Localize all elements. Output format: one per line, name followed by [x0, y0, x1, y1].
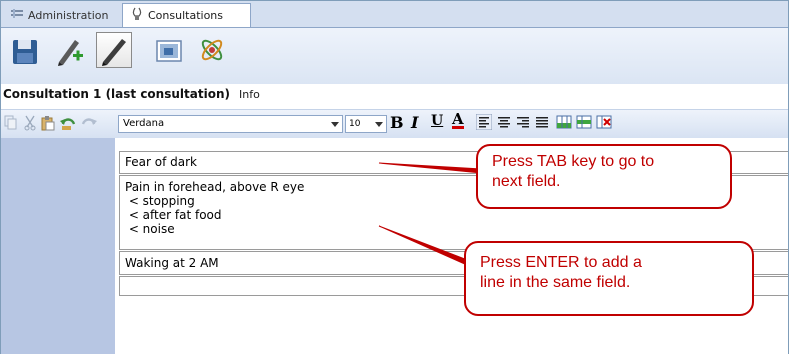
tab-callout-line1: Press TAB key to go to [492, 153, 655, 170]
tab-callout: Press TAB key to go to next field. [476, 144, 732, 209]
enter-callout-line2: line in the same field. [480, 274, 631, 291]
tab-callout-line2: next field. [492, 173, 561, 190]
enter-callout-pointer [378, 225, 471, 266]
tab-callout-pointer [378, 162, 482, 174]
enter-callout-line1: Press ENTER to add a [480, 254, 642, 271]
enter-callout: Press ENTER to add a line in the same fi… [464, 241, 754, 316]
app-window: Administration Consultations Consultatio… [0, 0, 789, 354]
